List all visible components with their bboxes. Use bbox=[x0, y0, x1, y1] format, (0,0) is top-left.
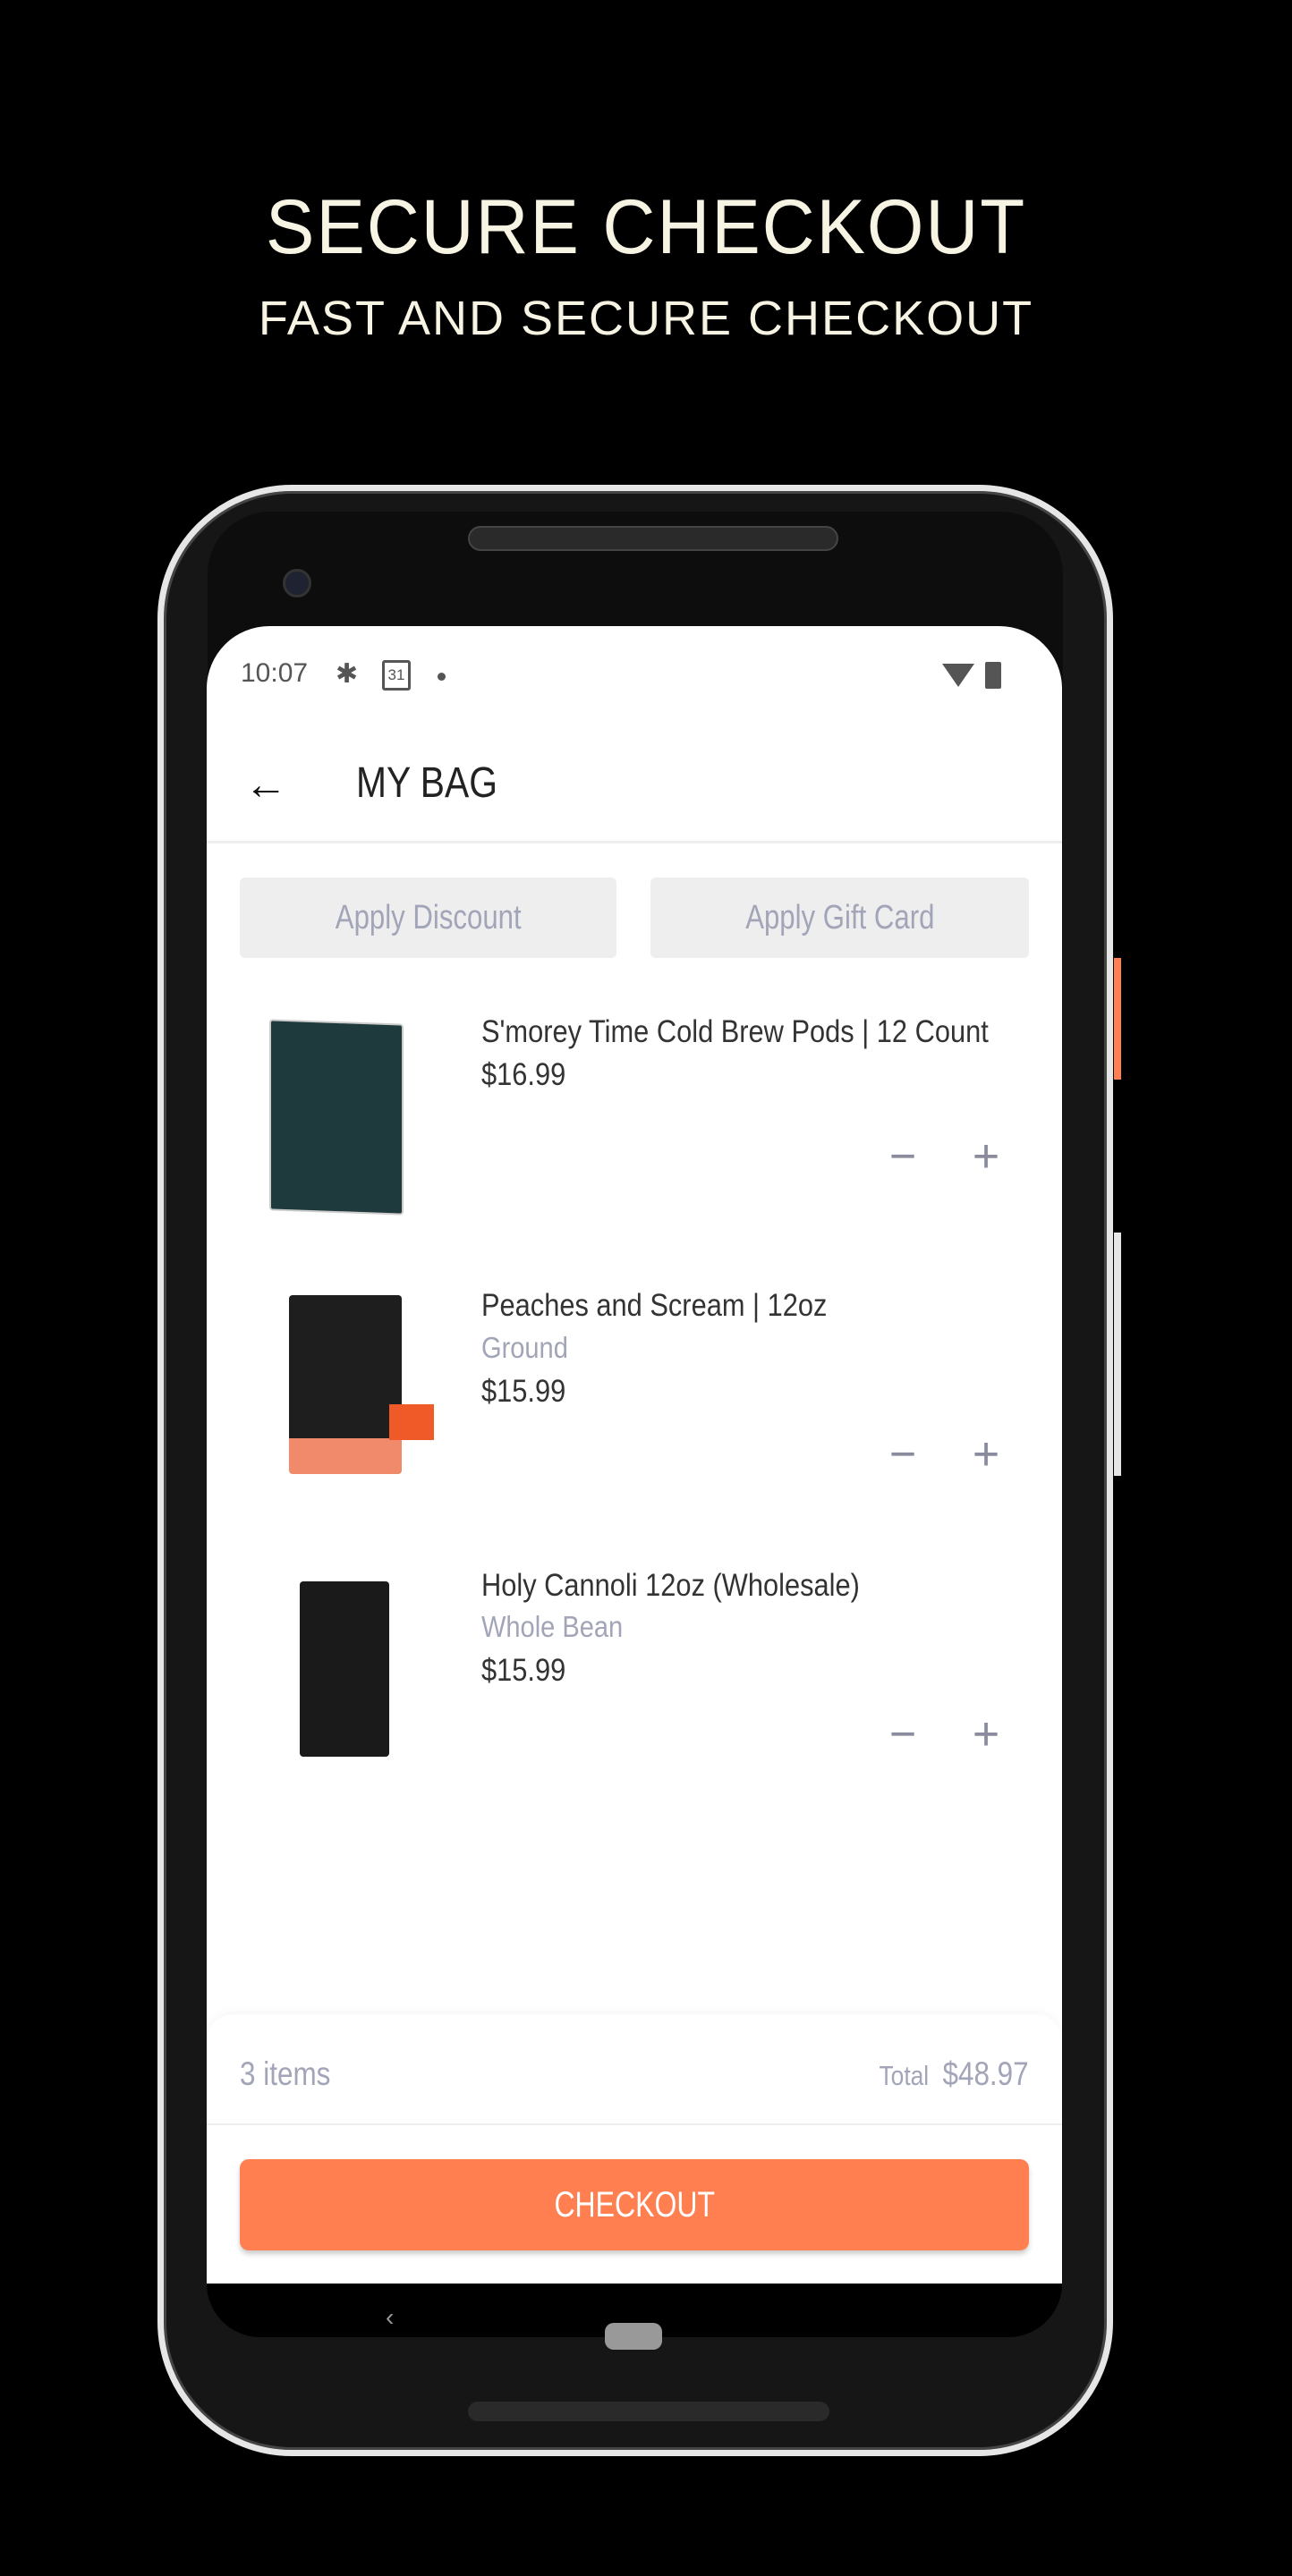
item-variant: Whole Bean bbox=[481, 1610, 624, 1643]
decrease-quantity-button[interactable]: − bbox=[883, 1431, 922, 1478]
header-divider bbox=[207, 841, 1062, 843]
hero-title: SECURE CHECKOUT bbox=[265, 184, 1027, 270]
back-arrow-icon[interactable]: ← bbox=[244, 760, 287, 809]
decrease-quantity-button[interactable]: − bbox=[883, 1133, 922, 1180]
item-name: Peaches and Scream | 12oz bbox=[481, 1288, 828, 1323]
front-camera bbox=[283, 569, 311, 597]
page-title: MY BAG bbox=[356, 759, 497, 807]
item-price: $15.99 bbox=[481, 1653, 566, 1688]
speaker-top bbox=[468, 526, 838, 551]
hero-subtitle: FAST AND SECURE CHECKOUT bbox=[258, 292, 1034, 345]
apply-discount-button[interactable]: Apply Discount bbox=[240, 877, 616, 958]
item-price: $15.99 bbox=[481, 1374, 566, 1409]
speaker-bottom bbox=[468, 2402, 829, 2421]
decrease-quantity-button[interactable]: − bbox=[883, 1711, 922, 1758]
phone-volume-button bbox=[1114, 1233, 1121, 1476]
phone-power-button bbox=[1114, 958, 1121, 1080]
increase-quantity-button[interactable]: + bbox=[966, 1431, 1006, 1478]
summary-divider bbox=[207, 2123, 1062, 2125]
increase-quantity-button[interactable]: + bbox=[966, 1133, 1006, 1180]
status-time: 10:07 bbox=[241, 658, 309, 688]
total-value: $48.97 bbox=[942, 2055, 1029, 2092]
apply-gift-card-button[interactable]: Apply Gift Card bbox=[650, 877, 1029, 958]
nav-back-icon[interactable]: ‹ bbox=[386, 2303, 394, 2332]
item-variant: Ground bbox=[481, 1331, 568, 1364]
product-image bbox=[269, 1019, 404, 1216]
battery-icon bbox=[985, 662, 1001, 689]
app-screen: 10:07 ✱ 31 ← MY BAG Apply Discount Apply… bbox=[207, 626, 1062, 2284]
nav-home-pill[interactable] bbox=[605, 2323, 662, 2350]
leaving-soon-badge bbox=[389, 1404, 434, 1440]
slack-icon: ✱ bbox=[336, 659, 359, 689]
wifi-icon bbox=[942, 664, 974, 687]
total-row: Total $48.97 bbox=[880, 2055, 1029, 2093]
item-name: S'morey Time Cold Brew Pods | 12 Count bbox=[481, 1014, 989, 1049]
increase-quantity-button[interactable]: + bbox=[966, 1711, 1006, 1758]
checkout-button[interactable]: CHECKOUT bbox=[240, 2159, 1029, 2250]
item-name: Holy Cannoli 12oz (Wholesale) bbox=[481, 1568, 860, 1603]
product-image bbox=[300, 1581, 389, 1757]
item-price: $16.99 bbox=[481, 1057, 566, 1092]
system-nav-bar: ‹ bbox=[207, 2284, 1062, 2350]
product-image bbox=[289, 1295, 402, 1474]
checkout-summary: 3 items Total $48.97 CHECKOUT bbox=[207, 2014, 1062, 2284]
total-label: Total bbox=[879, 2060, 930, 2091]
calendar-icon: 31 bbox=[382, 660, 411, 691]
item-count: 3 items bbox=[240, 2055, 331, 2092]
notification-dot-icon bbox=[438, 673, 446, 681]
